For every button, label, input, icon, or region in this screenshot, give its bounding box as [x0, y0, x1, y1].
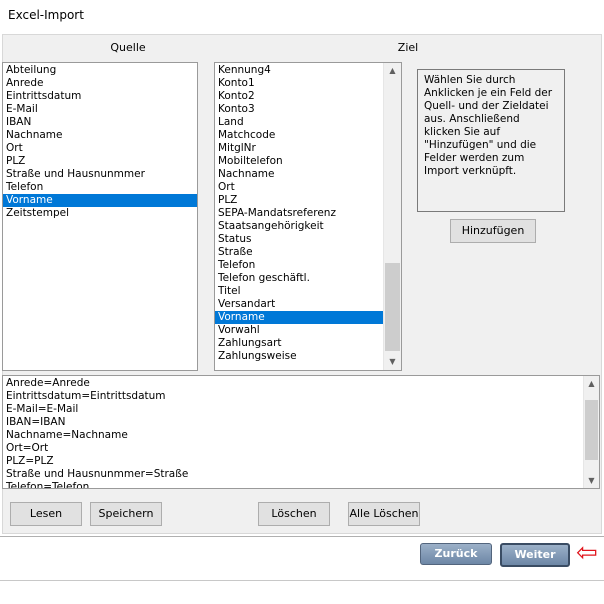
- target-list-item[interactable]: Konto3: [215, 103, 383, 116]
- chevron-down-icon[interactable]: ▼: [584, 476, 599, 486]
- info-text: Wählen Sie durch Anklicken je ein Feld d…: [417, 69, 565, 212]
- target-list-item[interactable]: MitglNr: [215, 142, 383, 155]
- mapping-list-item[interactable]: Telefon=Telefon: [3, 481, 581, 488]
- window-title: Excel-Import: [8, 8, 84, 22]
- source-list-item[interactable]: PLZ: [3, 155, 197, 168]
- mapping-scrollbar[interactable]: ▲ ▼: [583, 376, 599, 488]
- chevron-up-icon[interactable]: ▲: [584, 379, 599, 389]
- chevron-down-icon[interactable]: ▼: [384, 357, 401, 367]
- source-header: Quelle: [110, 41, 146, 54]
- source-list-item[interactable]: E-Mail: [3, 103, 197, 116]
- target-list-item[interactable]: Nachname: [215, 168, 383, 181]
- load-button[interactable]: Lesen: [10, 502, 82, 526]
- mapping-list-item[interactable]: PLZ=PLZ: [3, 455, 581, 468]
- source-list[interactable]: Abteilung Anrede Eintrittsdatum E-Mail IBAN N…: [2, 62, 198, 371]
- source-list-item[interactable]: Ort: [3, 142, 197, 155]
- source-list-item[interactable]: Abteilung: [3, 64, 197, 77]
- chevron-up-icon[interactable]: ▲: [384, 66, 401, 76]
- target-list-item[interactable]: SEPA-Mandatsreferenz: [215, 207, 383, 220]
- target-list-item[interactable]: Ort: [215, 181, 383, 194]
- target-list-item[interactable]: Telefon geschäftl.: [215, 272, 383, 285]
- target-list-item[interactable]: Matchcode: [215, 129, 383, 142]
- target-list-item[interactable]: Mobiltelefon: [215, 155, 383, 168]
- source-list-item[interactable]: Straße und Hausnunmmer: [3, 168, 197, 181]
- target-header: Ziel: [397, 41, 419, 54]
- mapping-list[interactable]: Anrede=Anrede Eintrittsdatum=Eintrittsdat…: [2, 375, 600, 489]
- red-arrow-icon: ⇦: [576, 538, 598, 568]
- target-list-item[interactable]: Versandart: [215, 298, 383, 311]
- divider: [0, 536, 604, 537]
- target-list-item[interactable]: Status: [215, 233, 383, 246]
- mapping-list-item[interactable]: IBAN=IBAN: [3, 416, 581, 429]
- target-list-item[interactable]: Land: [215, 116, 383, 129]
- target-list-item[interactable]: Kennung4: [215, 64, 383, 77]
- add-button[interactable]: Hinzufügen: [450, 219, 536, 243]
- source-list-item[interactable]: Vorname: [3, 194, 197, 207]
- back-button[interactable]: Zurück: [420, 543, 492, 565]
- target-list[interactable]: Kennung4 Konto1 Konto2 Konto3 Land Matchcode M…: [214, 62, 402, 371]
- source-list-item[interactable]: Zeitstempel: [3, 207, 197, 220]
- next-button[interactable]: Weiter: [500, 543, 570, 567]
- mapping-list-item[interactable]: Anrede=Anrede: [3, 377, 581, 390]
- target-list-item[interactable]: Vorwahl: [215, 324, 383, 337]
- mapping-list-item[interactable]: E-Mail=E-Mail: [3, 403, 581, 416]
- source-list-item[interactable]: Anrede: [3, 77, 197, 90]
- target-list-item[interactable]: Zahlungsart: [215, 337, 383, 350]
- target-list-item[interactable]: PLZ: [215, 194, 383, 207]
- target-list-item[interactable]: Konto1: [215, 77, 383, 90]
- mapping-list-item[interactable]: Nachname=Nachname: [3, 429, 581, 442]
- mapping-list-item[interactable]: Ort=Ort: [3, 442, 581, 455]
- save-button[interactable]: Speichern: [90, 502, 162, 526]
- delete-all-button[interactable]: Alle Löschen: [348, 502, 420, 526]
- target-list-item[interactable]: Vorname: [215, 311, 383, 324]
- source-list-item[interactable]: Nachname: [3, 129, 197, 142]
- target-list-item[interactable]: Titel: [215, 285, 383, 298]
- scrollbar-thumb[interactable]: [585, 400, 598, 460]
- source-list-item[interactable]: Telefon: [3, 181, 197, 194]
- target-list-item[interactable]: Zahlungsweise: [215, 350, 383, 363]
- target-list-item[interactable]: Telefon: [215, 259, 383, 272]
- mapping-list-item[interactable]: Straße und Hausnunmmer=Straße: [3, 468, 581, 481]
- source-list-item[interactable]: IBAN: [3, 116, 197, 129]
- scrollbar-thumb[interactable]: [385, 263, 400, 351]
- target-scrollbar[interactable]: ▲ ▼: [383, 63, 401, 370]
- mapping-list-item[interactable]: Eintrittsdatum=Eintrittsdatum: [3, 390, 581, 403]
- target-list-item[interactable]: Staatsangehörigkeit: [215, 220, 383, 233]
- source-list-item[interactable]: Eintrittsdatum: [3, 90, 197, 103]
- target-list-item[interactable]: Konto2: [215, 90, 383, 103]
- target-list-item[interactable]: Straße: [215, 246, 383, 259]
- divider: [0, 580, 604, 581]
- delete-button[interactable]: Löschen: [258, 502, 330, 526]
